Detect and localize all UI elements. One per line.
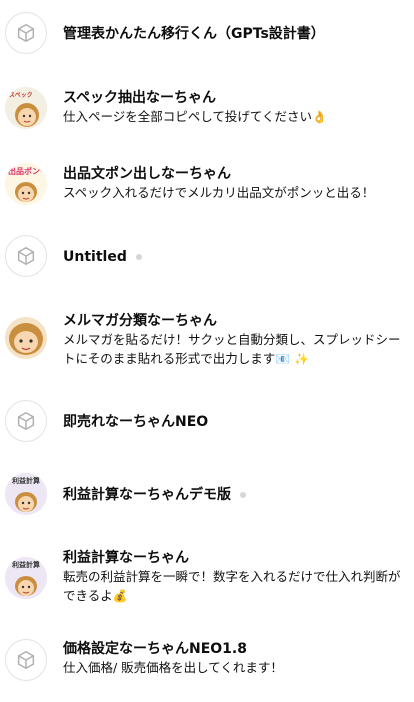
gpt-item-newsletter[interactable]: メルマガ分類なーちゃん メルマガを貼るだけ！サクッと自動分類し、スプレッドシート… — [0, 312, 414, 374]
character-avatar-icon: 利益計算 — [5, 473, 47, 515]
gpt-avatar: 利益計算 — [5, 473, 47, 515]
character-avatar-icon — [5, 317, 47, 359]
gpt-avatar — [5, 317, 47, 359]
gpt-title-row: 利益計算なーちゃんデモ版 — [63, 486, 404, 504]
gpt-title-row: Untitled — [63, 248, 404, 266]
status-dot — [135, 254, 142, 260]
character-avatar-icon: 出品ポン — [5, 163, 47, 205]
gpt-list: 管理表かんたん移行くん（GPTs設計書） スペック スペック抽出なーちゃん 仕入… — [0, 0, 414, 702]
svg-text:出品ポン: 出品ポン — [8, 166, 40, 176]
svg-text:利益計算: 利益計算 — [12, 476, 40, 485]
gpt-description: 仕入価格/ 販売価格を出してくれます！ — [63, 660, 283, 675]
gpt-item-untitled[interactable]: Untitled — [0, 235, 414, 279]
gpt-avatar: 利益計算 — [5, 557, 47, 599]
gpt-item-profit-demo[interactable]: 利益計算 利益計算なーちゃんデモ版 — [0, 473, 414, 517]
gpt-item-pricing[interactable]: 価格設定なーちゃんNEO1.8 仕入価格/ 販売価格を出してくれます！ — [0, 638, 414, 684]
character-avatar-icon: スペック — [5, 87, 47, 129]
gpt-title: 利益計算なーちゃんデモ版 — [63, 487, 231, 503]
cube-icon — [17, 412, 35, 430]
gpt-description: メルマガを貼るだけ！サクッと自動分類し、スプレッドシートにそのまま貼れる形式で出… — [63, 332, 401, 366]
gpt-avatar — [5, 639, 47, 681]
gpt-avatar — [5, 12, 47, 54]
gpt-avatar — [5, 400, 47, 442]
gpt-avatar: 出品ポン — [5, 163, 47, 205]
gpt-title: 即売れなーちゃんNEO — [63, 414, 209, 430]
gpt-avatar — [5, 235, 47, 277]
gpt-title: 出品文ポン出しなーちゃん — [63, 166, 231, 182]
gpt-title: スペック抽出なーちゃん — [63, 90, 217, 106]
character-avatar-icon: 利益計算 — [5, 557, 47, 599]
gpt-item-migration[interactable]: 管理表かんたん移行くん（GPTs設計書） — [0, 12, 414, 56]
svg-text:スペック: スペック — [9, 91, 33, 99]
gpt-title: メルマガ分類なーちゃん — [63, 313, 217, 329]
gpt-title: Untitled — [63, 249, 127, 265]
gpt-avatar: スペック — [5, 87, 47, 129]
cube-icon — [17, 247, 35, 265]
gpt-description: 転売の利益計算を一瞬で！数字を入れるだけで仕入れ判断ができるよ💰 — [63, 569, 401, 603]
cube-icon — [17, 24, 35, 42]
cube-icon — [17, 651, 35, 669]
gpt-title: 利益計算なーちゃん — [63, 550, 189, 566]
gpt-item-profit[interactable]: 利益計算 利益計算なーちゃん 転売の利益計算を一瞬で！数字を入れるだけで仕入れ判… — [0, 549, 414, 611]
gpt-description: 仕入ページを全部コピペして投げてください👌 — [63, 109, 327, 124]
status-dot — [240, 492, 246, 498]
gpt-item-listing-text[interactable]: 出品ポン 出品文ポン出しなーちゃん スペック入れるだけでメルカリ出品文がポンッと… — [0, 163, 414, 209]
gpt-description: スペック入れるだけでメルカリ出品文がポンッと出る！ — [63, 185, 375, 200]
gpt-title: 価格設定なーちゃんNEO1.8 — [63, 641, 247, 657]
svg-text:利益計算: 利益計算 — [12, 560, 40, 569]
gpt-title: 管理表かんたん移行くん（GPTs設計書） — [63, 26, 325, 42]
gpt-item-spec-extract[interactable]: スペック スペック抽出なーちゃん 仕入ページを全部コピペして投げてください👌 — [0, 87, 414, 133]
gpt-item-quick-sell[interactable]: 即売れなーちゃんNEO — [0, 400, 414, 444]
